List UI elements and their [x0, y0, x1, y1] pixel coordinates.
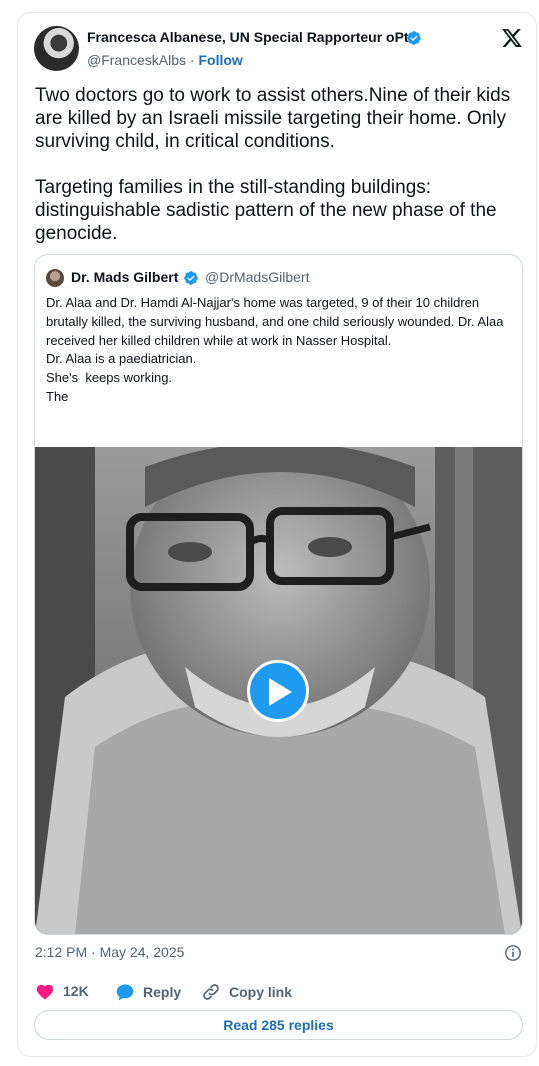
heart-icon: [36, 984, 54, 1000]
read-replies-button[interactable]: Read 285 replies: [34, 1010, 523, 1040]
x-logo-icon[interactable]: [501, 27, 523, 49]
reply-bubble-icon: [116, 984, 134, 1001]
video-player[interactable]: [35, 447, 522, 934]
link-icon: [203, 984, 219, 1000]
author-name[interactable]: Francesca Albanese, UN Special Rapporteu…: [87, 29, 409, 45]
quoted-text-line: Dr. Alaa is a paediatrician.: [46, 351, 197, 367]
quoted-author-avatar[interactable]: [46, 269, 64, 287]
copy-link-button[interactable]: Copy link: [201, 982, 292, 1002]
quoted-tweet[interactable]: Dr. Mads Gilbert @DrMadsGilbert Dr. Alaa…: [34, 254, 523, 935]
play-icon: [269, 678, 292, 706]
quoted-text-line: The: [46, 388, 69, 404]
tweet-card[interactable]: Francesca Albanese, UN Special Rapporteu…: [17, 12, 537, 1057]
author-avatar[interactable]: [34, 26, 79, 71]
quoted-text-line: She's keeps working.: [46, 370, 173, 386]
play-button[interactable]: [247, 660, 309, 722]
verified-badge-icon: [407, 31, 421, 45]
follow-button[interactable]: Follow: [198, 52, 242, 68]
info-icon[interactable]: [504, 944, 522, 962]
quoted-author-name[interactable]: Dr. Mads Gilbert: [71, 269, 178, 285]
author-handle-row: @FranceskAlbs · Follow: [87, 52, 243, 68]
quoted-author-handle[interactable]: @DrMadsGilbert: [205, 269, 309, 285]
tweet-paragraph: Two doctors go to work to assist others.…: [35, 85, 511, 152]
timestamp[interactable]: 2:12 PM · May 24, 2025: [35, 944, 184, 960]
like-button[interactable]: 12K: [35, 982, 89, 1000]
copy-link-label: Copy link: [229, 984, 293, 1000]
tweet-text: Two doctors go to work to assist others.…: [35, 84, 523, 245]
quoted-text-line: Dr. Alaa and Dr. Hamdi Al-Najjar's home …: [46, 295, 508, 348]
like-count: 12K: [63, 983, 89, 999]
reply-label: Reply: [143, 984, 182, 1000]
reply-button[interactable]: Reply: [115, 982, 181, 1002]
separator: ·: [186, 52, 199, 68]
verified-badge-icon: [184, 271, 198, 285]
author-handle[interactable]: @FranceskAlbs: [87, 52, 186, 68]
tweet-paragraph: Targeting families in the still-standing…: [35, 177, 497, 244]
quoted-tweet-text: Dr. Alaa and Dr. Hamdi Al-Najjar's home …: [46, 294, 511, 407]
